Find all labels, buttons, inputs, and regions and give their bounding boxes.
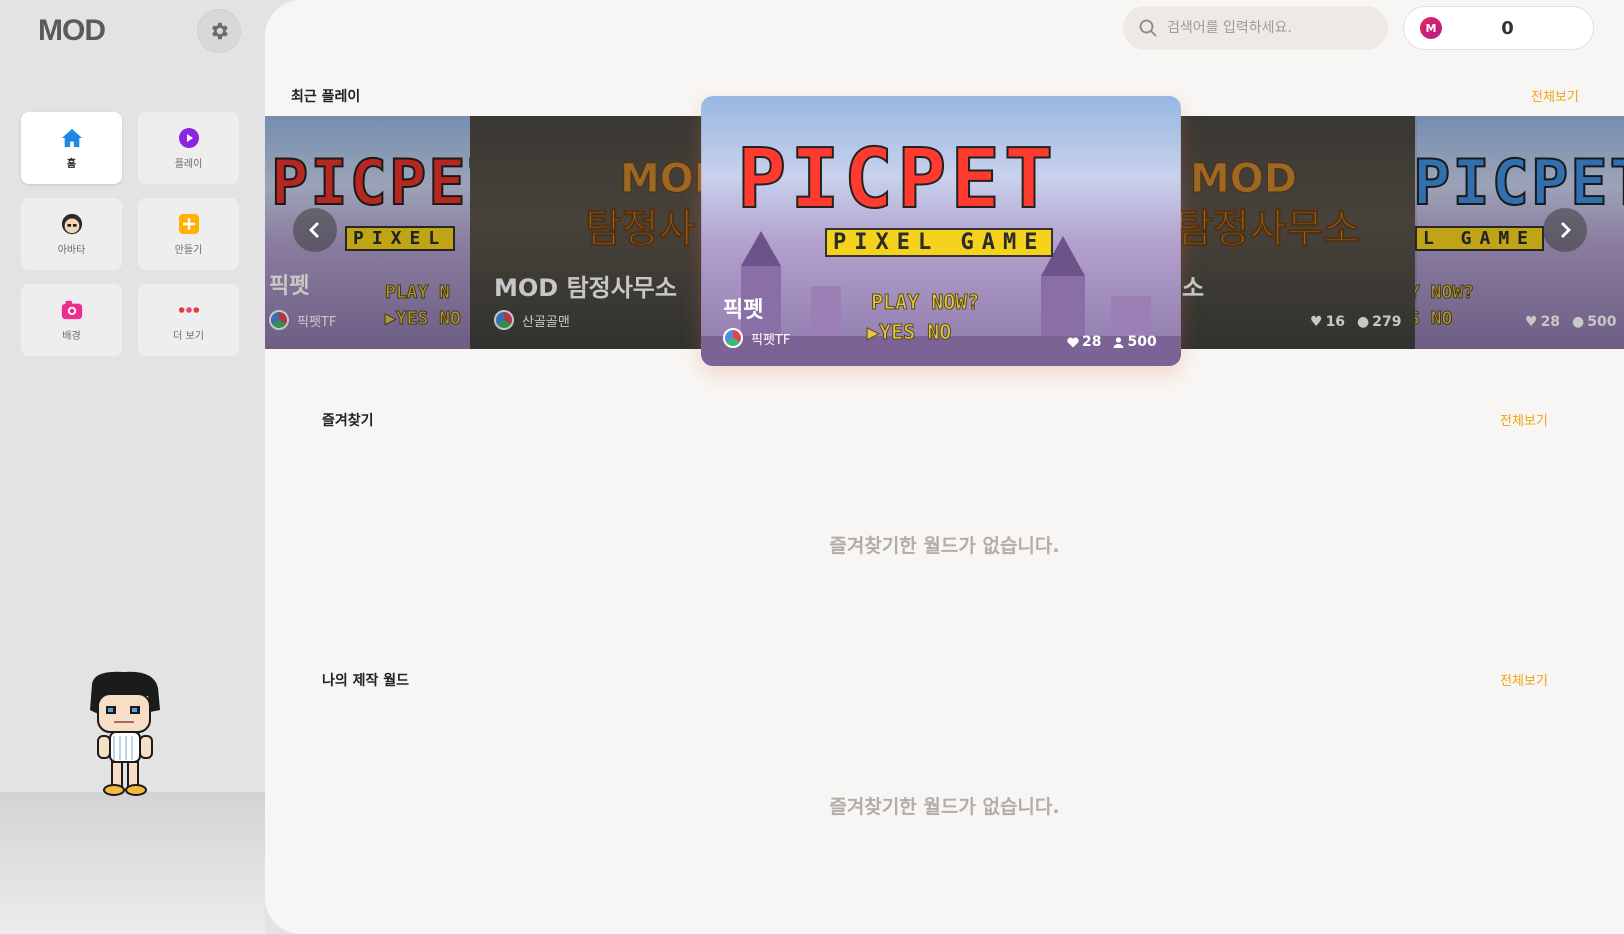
nav-more-label: 더 보기 <box>173 330 204 342</box>
featured-name: 픽펫 <box>723 298 764 323</box>
nav-avatar[interactable]: 아바타 <box>21 198 122 270</box>
more-icon <box>178 299 200 321</box>
card-logo: MOD <box>1189 156 1298 203</box>
featured-author: 픽펫TF <box>723 328 790 348</box>
person-icon <box>1113 336 1124 348</box>
nav-more[interactable]: 더 보기 <box>138 284 239 356</box>
my-worlds-title: 나의 제작 월드 <box>322 673 410 689</box>
user-avatar[interactable] <box>84 670 164 800</box>
featured-yes-option: ▶YES NO <box>866 320 952 345</box>
nav-home-label: 홈 <box>66 158 77 170</box>
card-logo-sub: L GAME <box>1415 226 1545 251</box>
search-icon <box>1139 19 1157 37</box>
card-author: 픽펫TF <box>269 310 336 330</box>
favorites-empty-message: 즐겨찾기한 월드가 없습니다. <box>829 535 1060 557</box>
sidebar: MOD 홈 플레이 아바타 만들기 배경 더 보기 <box>0 0 265 934</box>
card-stats: ♥ 28 ● 500 <box>1525 314 1617 330</box>
play-icon <box>178 127 200 149</box>
card-author: 산골골맨 <box>494 310 570 330</box>
card-name: 픽펫 <box>269 274 310 299</box>
players-count: ● 500 <box>1572 314 1617 330</box>
coin-balance[interactable]: M 0 <box>1403 6 1594 50</box>
nav-play-label: 플레이 <box>174 158 203 170</box>
featured-play-prompt: PLAY NOW? <box>870 290 980 315</box>
main-content: M 0 최근 플레이 전체보기 PICPET PIXEL PLAY N ▶YES… <box>265 0 1624 934</box>
my-worlds-see-all-link[interactable]: 전체보기 <box>1500 670 1548 689</box>
recent-carousel: PICPET PIXEL PLAY N ▶YES NO 픽펫 픽펫TF MOD … <box>265 96 1624 376</box>
chevron-left-icon <box>309 222 319 238</box>
gear-icon <box>212 22 228 40</box>
nav-avatar-label: 아바타 <box>57 244 86 256</box>
nav-play[interactable]: 플레이 <box>138 112 239 184</box>
nav-background-label: 배경 <box>62 330 81 342</box>
card-yes-option: S NO <box>1415 308 1453 330</box>
featured-world-card[interactable]: PICPET PIXEL GAME PLAY NOW? ▶YES NO 픽펫 픽… <box>701 96 1181 366</box>
world-card[interactable]: PICPET L GAME Y NOW? S NO ♥28 ●500 <box>1415 116 1624 349</box>
search-bar[interactable] <box>1123 6 1388 50</box>
author-avatar-icon <box>269 310 289 330</box>
nav-create-label: 만들기 <box>174 244 203 256</box>
featured-stats: 28 500 <box>1067 334 1157 350</box>
my-worlds-empty-message: 즐겨찾기한 월드가 없습니다. <box>829 796 1060 818</box>
search-input[interactable] <box>1167 20 1367 36</box>
card-play-prompt: PLAY N <box>384 282 451 304</box>
coin-icon: M <box>1420 17 1442 39</box>
recent-play-title: 최근 플레이 <box>291 89 361 105</box>
likes-count: ♥ 28 <box>1525 314 1561 330</box>
likes-count: ♥ 16 <box>1310 314 1346 330</box>
card-logo: MOD <box>619 156 702 203</box>
avatar-icon <box>61 213 83 235</box>
chevron-right-icon <box>1561 222 1571 238</box>
favorites-title: 즐겨찾기 <box>322 413 374 429</box>
recent-see-all-link[interactable]: 전체보기 <box>1531 86 1579 105</box>
featured-logo: PICPET <box>736 131 1058 228</box>
author-avatar-icon <box>723 328 743 348</box>
card-name: MOD 탐정사무소 <box>494 274 677 302</box>
carousel-next-button[interactable] <box>1543 208 1587 252</box>
likes-count: 28 <box>1067 334 1101 350</box>
home-icon <box>61 127 83 149</box>
card-yes-option: ▶YES NO <box>385 308 462 330</box>
card-logo: PICPET <box>270 145 470 220</box>
world-card[interactable]: MOD 탐정사무소 소 ♥ 16 ● 279 <box>1180 116 1417 349</box>
background-icon <box>61 299 83 321</box>
card-logo-sub: 탐정사무소 <box>1180 206 1361 253</box>
create-icon <box>178 213 200 235</box>
card-logo-sub: 탐정사 <box>584 206 696 253</box>
players-count: ● 279 <box>1357 314 1402 330</box>
card-logo-sub: PIXEL <box>345 226 456 251</box>
nav-create[interactable]: 만들기 <box>138 198 239 270</box>
players-count: 500 <box>1113 334 1157 350</box>
main-nav: 홈 플레이 아바타 만들기 배경 더 보기 <box>21 112 239 356</box>
coin-value: 0 <box>1501 17 1514 39</box>
heart-icon <box>1067 337 1079 347</box>
nav-background[interactable]: 배경 <box>21 284 122 356</box>
card-stats: ♥ 16 ● 279 <box>1310 314 1402 330</box>
card-play-prompt: Y NOW? <box>1415 282 1475 304</box>
card-logo: PICPET <box>1415 145 1624 220</box>
card-name: 소 <box>1182 274 1205 302</box>
featured-logo-sub: PIXEL GAME <box>825 228 1054 257</box>
carousel-prev-button[interactable] <box>293 208 337 252</box>
author-avatar-icon <box>494 310 514 330</box>
world-card[interactable]: MOD 탐정사 MOD 탐정사무소 산골골맨 <box>470 116 702 349</box>
nav-home[interactable]: 홈 <box>21 112 122 184</box>
favorites-see-all-link[interactable]: 전체보기 <box>1500 410 1548 429</box>
app-logo[interactable]: MOD <box>38 14 106 48</box>
settings-button[interactable] <box>197 9 241 53</box>
